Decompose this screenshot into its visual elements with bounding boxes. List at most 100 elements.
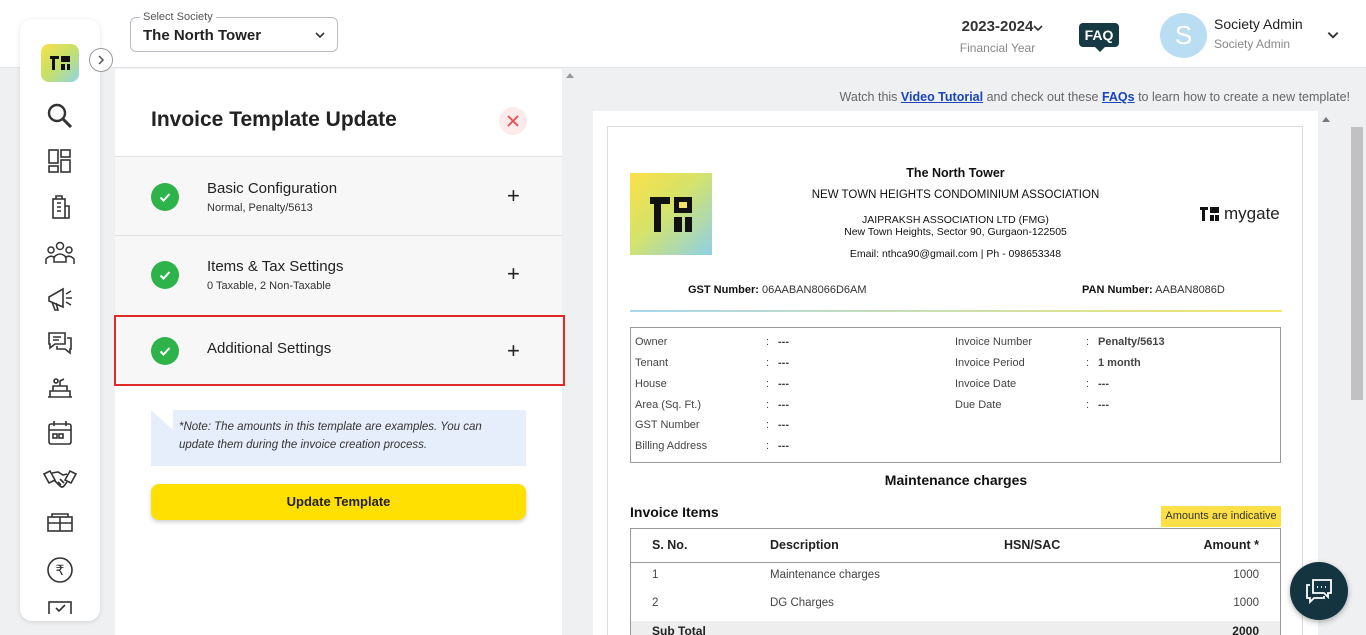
sidebar-item-amenities[interactable] xyxy=(20,505,100,541)
invoice-details-box: Owner Tenant House Area (Sq. Ft.) GST Nu… xyxy=(630,327,1281,463)
svg-text:₹: ₹ xyxy=(56,563,65,579)
sidebar-item-chat[interactable] xyxy=(20,325,100,361)
preview-scrollbar[interactable] xyxy=(1351,127,1363,400)
detail-separator: : xyxy=(1086,378,1090,390)
close-button[interactable] xyxy=(499,107,527,135)
sidebar-item-partners[interactable] xyxy=(20,461,100,497)
preview-scroll-up-arrow[interactable] xyxy=(1322,117,1330,122)
section-subtitle: 0 Taxable, 2 Non-Taxable xyxy=(207,280,331,292)
society-logo xyxy=(630,173,712,255)
handshake-icon xyxy=(43,469,77,488)
chevron-down-icon xyxy=(314,28,326,46)
sidebar-item-dashboard[interactable] xyxy=(20,143,100,179)
video-tutorial-link[interactable]: Video Tutorial xyxy=(901,90,983,104)
support-chat-button[interactable] xyxy=(1290,562,1348,620)
row-amount: 1000 xyxy=(1233,597,1259,609)
detail-value: --- xyxy=(778,336,789,348)
detail-value: Penalty/5613 xyxy=(1098,336,1165,348)
charges-title: Maintenance charges xyxy=(884,472,1028,488)
detail-value: --- xyxy=(1098,399,1109,411)
detail-label: Billing Address xyxy=(635,440,708,452)
section-title: Basic Configuration xyxy=(207,180,338,197)
society-select-label: Select Society xyxy=(140,11,216,23)
section-items-tax-settings[interactable]: Items & Tax Settings 0 Taxable, 2 Non-Ta… xyxy=(115,235,562,315)
gst-number: GST Number: 06AABAN8066D6AM xyxy=(688,284,867,296)
sidebar-toggle-button[interactable] xyxy=(89,48,113,72)
chevron-down-icon xyxy=(1032,21,1044,39)
invoice-document: The North Tower NEW TOWN HEIGHTS CONDOMI… xyxy=(607,126,1303,635)
tasks-icon xyxy=(48,601,72,614)
sidebar-item-residents[interactable] xyxy=(20,235,100,271)
section-basic-configuration[interactable]: Basic Configuration Normal, Penalty/5613… xyxy=(115,156,562,236)
financial-year-label: Financial Year xyxy=(959,41,1036,55)
financial-year-selector[interactable]: 2023-2024 Financial Year xyxy=(945,18,1050,55)
tutorial-line: Watch this Video Tutorial and check out … xyxy=(600,90,1350,104)
row-sno: 2 xyxy=(652,597,659,609)
check-icon xyxy=(151,183,179,211)
detail-separator: : xyxy=(766,419,770,431)
highlight-box xyxy=(114,315,565,386)
avatar[interactable]: S xyxy=(1160,13,1207,58)
gst-label: GST Number: xyxy=(688,284,759,296)
detail-label: Due Date xyxy=(955,399,1002,411)
invoice-association: NEW TOWN HEIGHTS CONDOMINIUM ASSOCIATION xyxy=(811,189,1100,201)
sidebar-item-tasks[interactable] xyxy=(20,594,100,614)
invoice-contact: Email: nthca90@gmail.com | Ph - 09865334… xyxy=(849,248,1062,260)
user-role: Society Admin xyxy=(1214,37,1291,51)
detail-value: --- xyxy=(1098,378,1109,390)
tutorial-suffix: to learn how to create a new template! xyxy=(1134,90,1350,104)
chevron-right-icon xyxy=(98,55,105,65)
update-template-button[interactable]: Update Template xyxy=(151,484,526,520)
row-description: Maintenance charges xyxy=(770,569,880,581)
residents-icon xyxy=(45,241,75,264)
sidebar-item-notices[interactable] xyxy=(20,281,100,317)
template-note: *Note: The amounts in this template are … xyxy=(151,410,526,466)
faq-button[interactable]: FAQ xyxy=(1079,23,1119,52)
sidebar-item-search[interactable] xyxy=(20,98,100,134)
amounts-indicative-badge: Amounts are indicative xyxy=(1161,506,1281,527)
faqs-link[interactable]: FAQs xyxy=(1102,90,1135,104)
tutorial-prefix: Watch this xyxy=(839,90,901,104)
detail-separator: : xyxy=(766,357,770,369)
expand-icon[interactable]: + xyxy=(507,261,520,287)
user-menu-chevron-icon[interactable] xyxy=(1326,28,1340,47)
detail-value: --- xyxy=(778,357,789,369)
detail-separator: : xyxy=(1086,357,1090,369)
detail-value: --- xyxy=(778,419,789,431)
mygate-mark-icon xyxy=(1200,207,1219,221)
invoice-builder: JAIPRAKSH ASSOCIATION LTD (FMG) xyxy=(862,214,1049,226)
mygate-brand-text: mygate xyxy=(1224,204,1280,223)
detail-value: 1 month xyxy=(1098,357,1141,369)
detail-separator: : xyxy=(1086,336,1090,348)
detail-label: Invoice Period xyxy=(955,357,1025,369)
sidebar: ₹ xyxy=(20,19,100,621)
subtotal-value: 2000 xyxy=(1232,624,1259,635)
expand-icon[interactable]: + xyxy=(507,183,520,209)
sidebar-item-facility[interactable] xyxy=(20,370,100,406)
sidebar-item-building[interactable] xyxy=(20,189,100,225)
close-icon xyxy=(507,115,519,127)
calendar-icon xyxy=(48,421,72,445)
subtotal-label: Sub Total xyxy=(652,624,706,635)
detail-label: Invoice Number xyxy=(955,336,1033,348)
pan-label: PAN Number: xyxy=(1082,284,1153,296)
building-icon xyxy=(52,195,70,219)
detail-value: --- xyxy=(778,378,789,390)
detail-label: Tenant xyxy=(635,357,669,369)
column-header: HSN/SAC xyxy=(1004,538,1061,552)
sidebar-item-accounts[interactable]: ₹ xyxy=(20,552,100,588)
society-select[interactable]: Select Society The North Tower xyxy=(130,11,338,52)
search-icon xyxy=(47,103,73,129)
header-divider xyxy=(630,310,1282,312)
section-subtitle: Normal, Penalty/5613 xyxy=(207,202,313,214)
scroll-up-arrow[interactable] xyxy=(566,73,574,78)
user-name: Society Admin xyxy=(1214,16,1303,32)
sidebar-item-calendar[interactable] xyxy=(20,415,100,451)
column-header: Description xyxy=(770,538,839,552)
subtotal-row: Sub Total 2000 xyxy=(631,621,1280,635)
row-sno: 1 xyxy=(652,569,659,581)
detail-separator: : xyxy=(766,440,770,452)
app-logo[interactable] xyxy=(41,44,79,82)
gst-value: 06AABAN8066D6AM xyxy=(761,284,867,296)
chat-icon xyxy=(48,332,72,355)
